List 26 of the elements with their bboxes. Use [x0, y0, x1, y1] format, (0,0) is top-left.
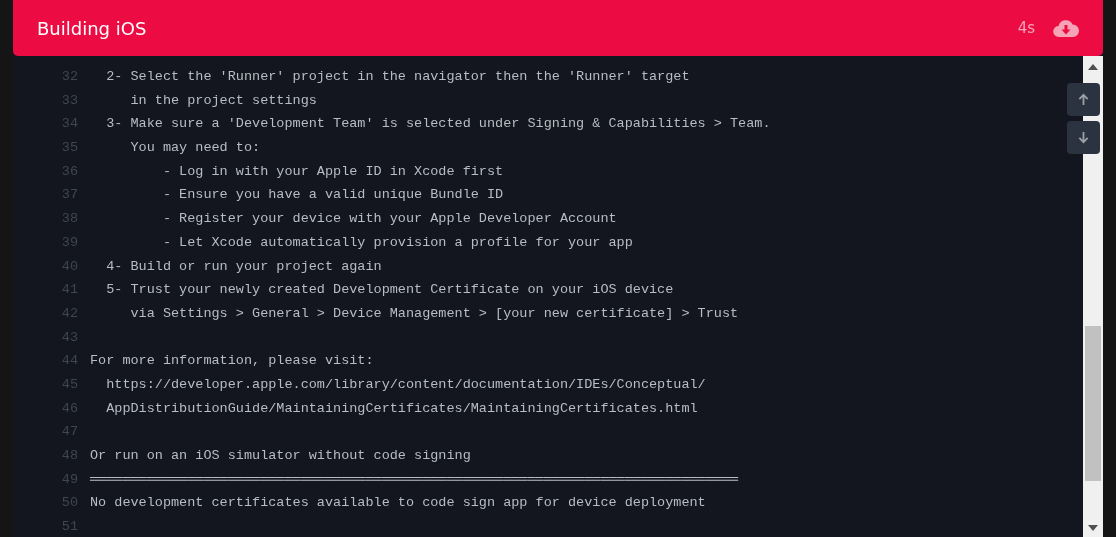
log-text: - Let Xcode automatically provision a profile for your app [161, 233, 633, 252]
log-text: 5- Trust your newly created Development Certificate on your iOS device [105, 281, 674, 300]
log-text: ════════════════════════════════════════════════════════════════════════════════ [90, 470, 739, 489]
log-text: For more information, please visit: [90, 352, 374, 371]
log-text: No development certificates available to code sign app for device deployment [90, 494, 706, 513]
scroll-down-arrow-icon[interactable] [1088, 525, 1098, 531]
log-text: You may need to: [129, 139, 261, 158]
scrollbar-thumb[interactable] [1085, 326, 1101, 481]
log-text: - Register your device with your Apple Developer Account [161, 210, 617, 229]
elapsed-time: 4s [1017, 19, 1035, 37]
arrow-up-icon [1077, 93, 1090, 106]
log-text: AppDistributionGuide/MaintainingCertificates/MaintainingCertificates.html [105, 399, 698, 418]
scroll-down-button[interactable] [1067, 121, 1100, 154]
log-text: via Settings > General > Device Management > [your new certificate] > Trust [129, 304, 739, 323]
arrow-down-icon [1077, 131, 1090, 144]
log-text: 4- Build or run your project again [105, 257, 382, 276]
log-text: 2- Select the 'Runner' project in the navigator then the 'Runner' target [105, 68, 690, 86]
scroll-up-button[interactable] [1067, 83, 1100, 116]
log-text: 3- Make sure a 'Development Team' is selected under Signing & Capabilities > Team. [105, 115, 771, 134]
log-text: https://developer.apple.com/library/content/documentation/IDEs/Conceptual/ [105, 375, 706, 394]
log-text: - Ensure you have a valid unique Bundle ID [161, 186, 504, 205]
scroll-up-arrow-icon[interactable] [1088, 64, 1098, 70]
log-text: in the project settings [129, 91, 317, 110]
log-text: Or run on an iOS simulator without code signing [90, 447, 471, 465]
build-title: Building iOS [37, 17, 148, 39]
log-text: - Log in with your Apple ID in Xcode first [161, 162, 504, 181]
